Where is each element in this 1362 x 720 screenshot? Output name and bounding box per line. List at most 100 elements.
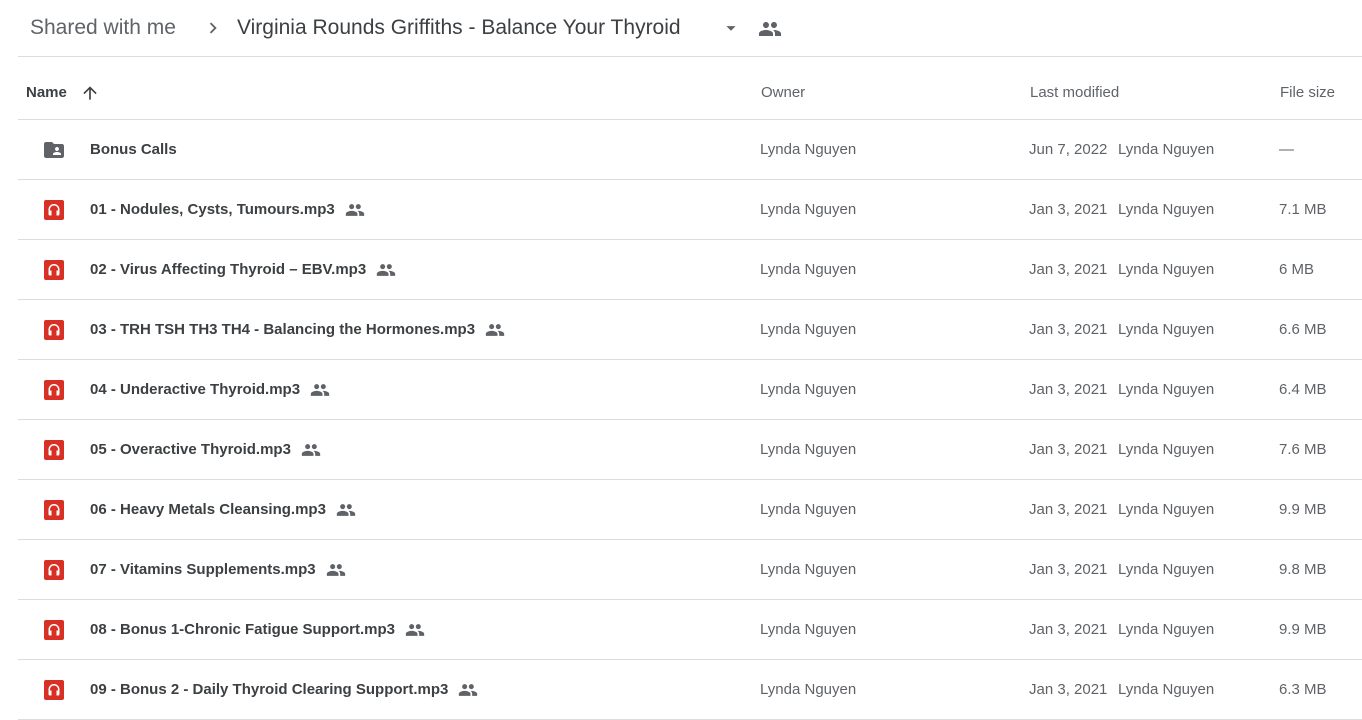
file-owner: Lynda Nguyen — [760, 381, 857, 398]
file-name-cell: Bonus Calls — [90, 120, 177, 179]
people-icon — [758, 17, 782, 41]
audio-file-icon — [42, 438, 66, 462]
table-row[interactable]: 07 - Vitamins Supplements.mp3 Lynda Nguy… — [18, 540, 1362, 600]
file-modified-by: Lynda Nguyen — [1118, 321, 1215, 338]
people-icon — [458, 680, 478, 700]
file-name[interactable]: 04 - Underactive Thyroid.mp3 — [90, 381, 300, 398]
file-modified-by: Lynda Nguyen — [1118, 201, 1215, 218]
file-modified-by: Lynda Nguyen — [1118, 381, 1215, 398]
column-header-file-size[interactable]: File size — [1280, 57, 1335, 120]
file-modified-date: Jan 3, 2021 — [1029, 321, 1108, 338]
people-icon — [405, 620, 425, 640]
audio-file-icon — [42, 318, 66, 342]
file-name-cell: 06 - Heavy Metals Cleansing.mp3 — [90, 480, 356, 539]
file-modified-date: Jan 3, 2021 — [1029, 501, 1108, 518]
file-modified-by: Lynda Nguyen — [1118, 621, 1215, 638]
chevron-right-icon — [202, 17, 224, 39]
file-name-cell: 02 - Virus Affecting Thyroid – EBV.mp3 — [90, 240, 396, 299]
file-size: 6.3 MB — [1279, 681, 1327, 698]
file-modified-by: Lynda Nguyen — [1118, 141, 1215, 158]
file-name[interactable]: 07 - Vitamins Supplements.mp3 — [90, 561, 316, 578]
file-name-cell: 05 - Overactive Thyroid.mp3 — [90, 420, 321, 479]
audio-file-icon — [42, 378, 66, 402]
file-modified-by: Lynda Nguyen — [1118, 561, 1215, 578]
file-owner: Lynda Nguyen — [760, 561, 857, 578]
file-name[interactable]: Bonus Calls — [90, 141, 177, 158]
file-modified-date: Jan 3, 2021 — [1029, 621, 1108, 638]
people-icon — [301, 440, 321, 460]
file-size: 7.1 MB — [1279, 201, 1327, 218]
people-icon — [336, 500, 356, 520]
file-name[interactable]: 03 - TRH TSH TH3 TH4 - Balancing the Hor… — [90, 321, 475, 338]
breadcrumb-shared-with-me[interactable]: Shared with me — [30, 14, 176, 42]
audio-file-icon — [42, 258, 66, 282]
column-header-owner[interactable]: Owner — [761, 57, 805, 120]
file-modified-date: Jan 3, 2021 — [1029, 261, 1108, 278]
caret-down-icon[interactable] — [720, 17, 742, 39]
file-modified-date: Jan 3, 2021 — [1029, 441, 1108, 458]
table-row[interactable]: 01 - Nodules, Cysts, Tumours.mp3 Lynda N… — [18, 180, 1362, 240]
file-name-cell: 03 - TRH TSH TH3 TH4 - Balancing the Hor… — [90, 300, 505, 359]
column-header-last-modified[interactable]: Last modified — [1030, 57, 1119, 120]
file-name[interactable]: 06 - Heavy Metals Cleansing.mp3 — [90, 501, 326, 518]
table-row[interactable]: 08 - Bonus 1-Chronic Fatigue Support.mp3… — [18, 600, 1362, 660]
arrow-up-icon[interactable] — [80, 83, 100, 103]
file-owner: Lynda Nguyen — [760, 621, 857, 638]
audio-file-icon — [42, 198, 66, 222]
audio-file-icon — [42, 498, 66, 522]
file-modified-by: Lynda Nguyen — [1118, 501, 1215, 518]
table-row[interactable]: 05 - Overactive Thyroid.mp3 Lynda Nguyen… — [18, 420, 1362, 480]
audio-file-icon — [42, 618, 66, 642]
table-row[interactable]: 06 - Heavy Metals Cleansing.mp3 Lynda Ng… — [18, 480, 1362, 540]
file-name[interactable]: 08 - Bonus 1-Chronic Fatigue Support.mp3 — [90, 621, 395, 638]
table-row[interactable]: 03 - TRH TSH TH3 TH4 - Balancing the Hor… — [18, 300, 1362, 360]
file-owner: Lynda Nguyen — [760, 141, 857, 158]
breadcrumb: Shared with me Virginia Rounds Griffiths… — [18, 0, 1362, 57]
people-icon — [485, 320, 505, 340]
file-modified-by: Lynda Nguyen — [1118, 261, 1215, 278]
file-name-cell: 07 - Vitamins Supplements.mp3 — [90, 540, 346, 599]
file-owner: Lynda Nguyen — [760, 681, 857, 698]
table-row[interactable]: 04 - Underactive Thyroid.mp3 Lynda Nguye… — [18, 360, 1362, 420]
column-header-name[interactable]: Name — [26, 57, 67, 120]
file-name[interactable]: 09 - Bonus 2 - Daily Thyroid Clearing Su… — [90, 681, 448, 698]
file-size: 6 MB — [1279, 261, 1315, 278]
table-row[interactable]: 02 - Virus Affecting Thyroid – EBV.mp3 L… — [18, 240, 1362, 300]
shared-folder-icon — [42, 138, 66, 162]
table-row[interactable]: Bonus Calls Lynda Nguyen Jun 7, 2022 Lyn… — [18, 120, 1362, 180]
file-name[interactable]: 02 - Virus Affecting Thyroid – EBV.mp3 — [90, 261, 366, 278]
file-modified-date: Jan 3, 2021 — [1029, 681, 1108, 698]
file-owner: Lynda Nguyen — [760, 201, 857, 218]
file-size: 9.8 MB — [1279, 561, 1327, 578]
file-owner: Lynda Nguyen — [760, 321, 857, 338]
file-size: 6.6 MB — [1279, 321, 1327, 338]
file-modified-date: Jan 3, 2021 — [1029, 381, 1108, 398]
table-row[interactable]: 09 - Bonus 2 - Daily Thyroid Clearing Su… — [18, 660, 1362, 720]
drive-folder-view: Shared with me Virginia Rounds Griffiths… — [0, 0, 1362, 720]
file-modified-by: Lynda Nguyen — [1118, 441, 1215, 458]
file-list: Bonus Calls Lynda Nguyen Jun 7, 2022 Lyn… — [18, 120, 1362, 720]
file-name-cell: 08 - Bonus 1-Chronic Fatigue Support.mp3 — [90, 600, 425, 659]
file-size: 9.9 MB — [1279, 621, 1327, 638]
file-owner: Lynda Nguyen — [760, 501, 857, 518]
file-name[interactable]: 01 - Nodules, Cysts, Tumours.mp3 — [90, 201, 335, 218]
file-modified-date: Jan 3, 2021 — [1029, 561, 1108, 578]
people-icon — [345, 200, 365, 220]
file-size: 9.9 MB — [1279, 501, 1327, 518]
file-name-cell: 09 - Bonus 2 - Daily Thyroid Clearing Su… — [90, 660, 478, 719]
column-header-row: Name Owner Last modified File size — [18, 57, 1362, 120]
people-icon — [326, 560, 346, 580]
breadcrumb-current-folder[interactable]: Virginia Rounds Griffiths - Balance Your… — [237, 14, 681, 42]
file-owner: Lynda Nguyen — [760, 441, 857, 458]
file-size: 6.4 MB — [1279, 381, 1327, 398]
file-modified-date: Jun 7, 2022 — [1029, 141, 1108, 158]
people-icon — [376, 260, 396, 280]
audio-file-icon — [42, 678, 66, 702]
file-name-cell: 01 - Nodules, Cysts, Tumours.mp3 — [90, 180, 365, 239]
audio-file-icon — [42, 558, 66, 582]
file-name-cell: 04 - Underactive Thyroid.mp3 — [90, 360, 330, 419]
people-icon — [310, 380, 330, 400]
file-name[interactable]: 05 - Overactive Thyroid.mp3 — [90, 441, 291, 458]
file-modified-date: Jan 3, 2021 — [1029, 201, 1108, 218]
file-size: 7.6 MB — [1279, 441, 1327, 458]
